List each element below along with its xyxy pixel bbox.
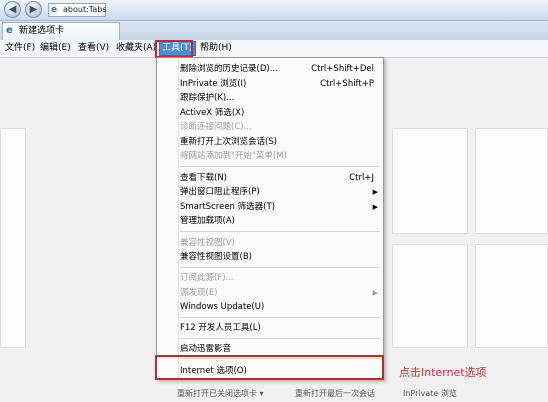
menu-favorites[interactable]: 收藏夹(A) bbox=[114, 42, 158, 55]
menu-separator bbox=[180, 358, 380, 359]
site-tile[interactable] bbox=[392, 128, 468, 234]
menu-item-inprivate[interactable]: InPrivate 浏览(I) Ctrl+Shift+P bbox=[180, 78, 380, 90]
menu-item-label: 删除浏览的历史记录(D)... bbox=[180, 64, 278, 74]
menu-bar: 文件(F) 编辑(E) 查看(V) 收藏夹(A) 工具(T) 帮助(H) bbox=[0, 40, 548, 58]
tab-bar: e 新建选项卡 bbox=[0, 21, 548, 40]
title-bar: ◀ ▶ e about:Tabs bbox=[0, 0, 548, 21]
submenu-arrow-icon: ▶ bbox=[372, 289, 378, 297]
menu-tools[interactable]: 工具(T) bbox=[159, 41, 196, 56]
menu-item-shortcut: Ctrl+Shift+P bbox=[320, 79, 374, 89]
menu-item-label: 源发现(E) bbox=[180, 288, 218, 298]
menu-item-label: 跟踪保护(K)... bbox=[180, 93, 235, 103]
menu-view[interactable]: 查看(V) bbox=[76, 42, 111, 55]
bottom-links: 重新打开已关闭选项卡 ▾ 重新打开最后一次会话 InPrivate 浏览 bbox=[0, 385, 548, 402]
menu-separator bbox=[180, 166, 380, 167]
menu-item-compat-view-settings[interactable]: 兼容性视图设置(B) bbox=[180, 251, 380, 263]
menu-separator bbox=[180, 231, 380, 232]
menu-item-internet-options[interactable]: Internet 选项(O) bbox=[180, 365, 380, 377]
menu-item-view-downloads[interactable]: 查看下载(N) Ctrl+J bbox=[180, 172, 380, 184]
menu-item-label: InPrivate 浏览(I) bbox=[180, 79, 247, 89]
menu-item-tracking-protection[interactable]: 跟踪保护(K)... bbox=[180, 92, 380, 104]
menu-item-label: 兼容性视图设置(B) bbox=[180, 252, 252, 262]
menu-separator bbox=[180, 317, 380, 318]
menu-item-shortcut: Ctrl+Shift+Del bbox=[311, 64, 374, 74]
inprivate-link[interactable]: InPrivate 浏览 bbox=[403, 385, 457, 402]
menu-item-f12-devtools[interactable]: F12 开发人员工具(L) bbox=[180, 322, 380, 334]
forward-button[interactable]: ▶ bbox=[25, 1, 42, 18]
reopen-closed-tabs-link[interactable]: 重新打开已关闭选项卡 ▾ bbox=[177, 385, 264, 402]
menu-item-label: 管理加载项(A) bbox=[180, 216, 235, 226]
menu-item-label: ActiveX 筛选(X) bbox=[180, 108, 245, 118]
menu-item-label: 启动迅雷影音 bbox=[180, 344, 232, 354]
menu-item-shortcut: Ctrl+J bbox=[349, 173, 374, 183]
menu-separator bbox=[180, 338, 380, 339]
menu-item-label: 弹出窗口阻止程序(P) bbox=[180, 187, 260, 197]
menu-item-label: F12 开发人员工具(L) bbox=[180, 323, 261, 333]
reopen-last-session-link[interactable]: 重新打开最后一次会话 bbox=[295, 385, 375, 402]
site-tile[interactable] bbox=[475, 128, 548, 234]
menu-item-add-to-start: 将网站添加到"开始"菜单(M) bbox=[180, 150, 380, 162]
menu-item-activex-filter[interactable]: ActiveX 筛选(X) bbox=[180, 107, 380, 119]
menu-item-delete-history[interactable]: 删除浏览的历史记录(D)... Ctrl+Shift+Del bbox=[180, 63, 380, 75]
menu-item-subscribe-feed: 订阅此源(F)... bbox=[180, 272, 380, 284]
menu-item-diagnose: 诊断连接问题(C)... bbox=[180, 121, 380, 133]
tab-title: 新建选项卡 bbox=[19, 26, 65, 36]
ie-icon: e bbox=[6, 25, 13, 36]
site-tile[interactable] bbox=[0, 128, 26, 348]
menu-item-manage-addons[interactable]: 管理加载项(A) bbox=[180, 215, 380, 227]
menu-edit[interactable]: 编辑(E) bbox=[38, 42, 73, 55]
menu-separator bbox=[180, 267, 380, 268]
menu-item-label: 诊断连接问题(C)... bbox=[180, 122, 252, 132]
menu-help[interactable]: 帮助(H) bbox=[198, 42, 234, 55]
submenu-arrow-icon: ▶ bbox=[372, 188, 378, 196]
back-arrow-icon: ◀ bbox=[8, 4, 17, 15]
menu-item-label: 将网站添加到"开始"菜单(M) bbox=[180, 151, 287, 161]
annotation-text: 点击Internet选项 bbox=[399, 366, 487, 379]
site-tile[interactable] bbox=[392, 244, 468, 348]
tools-menu: 删除浏览的历史记录(D)... Ctrl+Shift+Del InPrivate… bbox=[156, 57, 384, 380]
menu-item-label: 查看下载(N) bbox=[180, 173, 227, 183]
menu-item-label: SmartScreen 筛选器(T) bbox=[180, 202, 275, 212]
menu-item-label: 订阅此源(F)... bbox=[180, 273, 234, 283]
menu-item-windows-update[interactable]: Windows Update(U) bbox=[180, 301, 380, 313]
menu-item-smartscreen[interactable]: SmartScreen 筛选器(T) ▶ bbox=[180, 201, 380, 213]
menu-item-label: Internet 选项(O) bbox=[180, 366, 247, 376]
ie-icon: e bbox=[51, 5, 58, 15]
address-text: about:Tabs bbox=[63, 5, 107, 14]
menu-item-label: Windows Update(U) bbox=[180, 302, 265, 312]
tab-new-tab[interactable]: e 新建选项卡 bbox=[2, 22, 120, 40]
menu-item-popup-blocker[interactable]: 弹出窗口阻止程序(P) ▶ bbox=[180, 186, 380, 198]
menu-item-feed-discovery: 源发现(E) ▶ bbox=[180, 287, 380, 299]
menu-item-xunlei-player[interactable]: 启动迅雷影音 bbox=[180, 343, 380, 355]
site-tile[interactable] bbox=[475, 244, 548, 348]
menu-item-compat-view: 兼容性视图(V) bbox=[180, 237, 380, 249]
menu-item-label: 重新打开上次浏览会话(S) bbox=[180, 137, 278, 147]
menu-item-reopen-session[interactable]: 重新打开上次浏览会话(S) bbox=[180, 136, 380, 148]
forward-arrow-icon: ▶ bbox=[29, 4, 38, 15]
submenu-arrow-icon: ▶ bbox=[372, 203, 378, 211]
menu-file[interactable]: 文件(F) bbox=[3, 42, 37, 55]
menu-item-label: 兼容性视图(V) bbox=[180, 238, 235, 248]
back-button[interactable]: ◀ bbox=[4, 1, 21, 18]
address-bar[interactable]: e about:Tabs bbox=[48, 3, 107, 17]
